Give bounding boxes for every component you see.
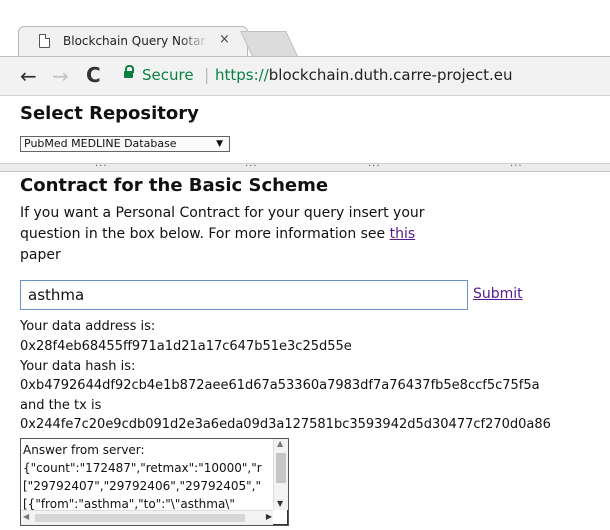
browser-toolbar: ← → C Secure | https://blockchain.duth.c…: [0, 56, 610, 96]
forward-arrow-icon[interactable]: →: [52, 64, 69, 88]
contract-heading: Contract for the Basic Scheme: [20, 175, 329, 196]
grip-dots: ···: [368, 161, 381, 172]
url-scheme: https://: [215, 66, 269, 84]
close-icon[interactable]: ×: [219, 32, 230, 47]
paper-link[interactable]: this: [390, 226, 416, 242]
repository-heading: Select Repository: [20, 103, 199, 124]
tx-label: and the tx is: [20, 398, 102, 413]
intro-text: If you want a Personal Contract for your…: [20, 205, 425, 242]
address-label: Your data address is:: [20, 319, 156, 334]
secure-label[interactable]: Secure: [142, 66, 194, 84]
address-bar[interactable]: https://blockchain.duth.carre-project.eu: [215, 66, 513, 84]
intro-paragraph: If you want a Personal Contract for your…: [20, 203, 440, 266]
back-arrow-icon[interactable]: ←: [20, 64, 37, 88]
server-response-text: Answer from server: {"count":"172487","r…: [23, 443, 262, 511]
scrollbar-thumb[interactable]: [35, 514, 245, 522]
grip-dots: ···: [95, 161, 108, 172]
scroll-right-icon[interactable]: ▶: [266, 512, 272, 521]
submit-link[interactable]: Submit: [473, 286, 523, 302]
browser-tab[interactable]: Blockchain Query Notar ×: [18, 26, 248, 56]
scroll-up-icon[interactable]: ▲: [277, 439, 283, 448]
url-host: blockchain.duth.carre-project.eu: [268, 66, 513, 84]
resize-handle[interactable]: [273, 510, 288, 525]
new-tab-button[interactable]: [240, 31, 298, 56]
reload-icon[interactable]: C: [86, 63, 101, 87]
repository-select[interactable]: PubMed MEDLINE Database ▼: [20, 136, 230, 152]
repository-select-value: PubMed MEDLINE Database: [24, 137, 177, 150]
tx-value: 0x244fe7c20e9cdb091d2e3a6eda09d3a127581b…: [20, 417, 551, 432]
hash-value: 0xb4792644df92cb4e1b872aee61d67a53360a79…: [20, 378, 540, 393]
contract-frame: Contract for the Basic Scheme If you wan…: [0, 172, 610, 530]
repository-frame: Select Repository PubMed MEDLINE Databas…: [0, 97, 610, 163]
frame-resize-divider[interactable]: ··· ··· ··· ···: [0, 161, 610, 172]
horizontal-scrollbar[interactable]: ◀ ▶: [21, 510, 274, 525]
address-value: 0x28f4eb68455ff971a1d21a17c647b51e3c25d5…: [20, 339, 352, 354]
grip-dots: ···: [245, 161, 258, 172]
scrollbar-thumb[interactable]: [276, 453, 286, 483]
grip-dots: ···: [510, 161, 523, 172]
scroll-left-icon[interactable]: ◀: [23, 512, 29, 521]
hash-label: Your data hash is:: [20, 359, 136, 374]
page-icon: [39, 34, 50, 48]
scroll-down-icon[interactable]: ▼: [277, 499, 283, 508]
tab-strip: Blockchain Query Notar ×: [0, 0, 610, 56]
tab-title-fade: [179, 31, 209, 51]
chevron-down-icon: ▼: [216, 139, 223, 149]
url-separator: |: [204, 65, 210, 84]
vertical-scrollbar[interactable]: ▲ ▼: [273, 439, 288, 511]
query-input[interactable]: asthma: [20, 280, 468, 310]
intro-text-end: paper: [20, 247, 61, 263]
lock-icon: [124, 65, 134, 78]
server-response-textarea[interactable]: Answer from server: {"count":"172487","r…: [20, 438, 289, 526]
